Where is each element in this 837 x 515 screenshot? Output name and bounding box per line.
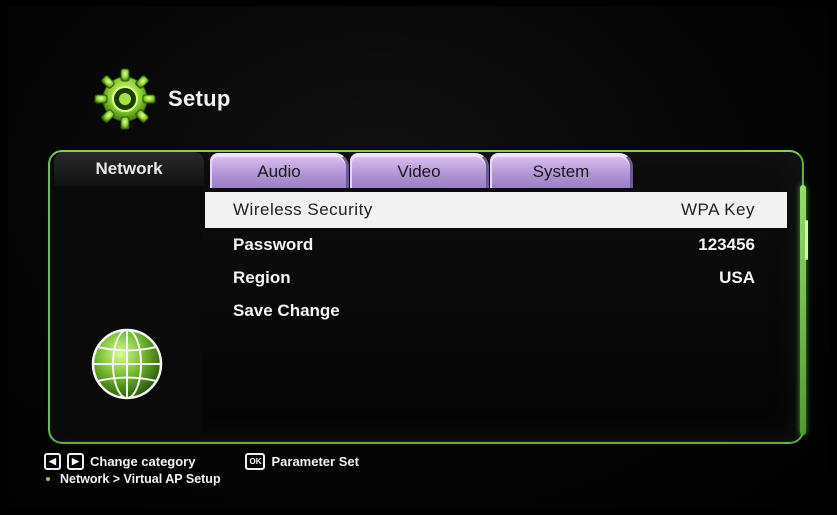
tab-system[interactable]: System [490,153,633,188]
change-category-hint: Change category [90,453,196,469]
setting-value: WPA Key [680,200,755,219]
ok-key-icon: OK [245,452,266,470]
parameter-set-hint: Parameter Set [271,453,359,469]
setup-header: Setup [92,67,231,131]
setting-row-password[interactable]: Password 123456 [205,228,787,261]
footer-hints: ◀ ▶ Change category OK Parameter Set Net… [44,452,359,486]
setting-row-save-change[interactable]: Save Change [205,294,787,327]
setting-label: Wireless Security [233,200,373,219]
globe-icon [91,328,163,400]
scrollbar-thumb[interactable] [805,220,808,260]
tab-audio[interactable]: Audio [210,153,349,188]
tab-video[interactable]: Video [350,153,489,188]
setting-label: Save Change [233,300,340,320]
setting-value: USA [719,267,755,287]
setting-value: 123456 [698,234,755,254]
gear-icon [94,68,156,130]
breadcrumb: Network > Virtual AP Setup [46,472,359,486]
tab-network[interactable]: Network [54,152,204,186]
left-arrow-key-icon: ◀ [44,452,61,470]
setting-row-region[interactable]: Region USA [205,261,787,294]
breadcrumb-text: Network > Virtual AP Setup [60,472,221,486]
right-arrow-key-icon: ▶ [67,452,84,470]
bullet-dot [46,477,50,481]
setting-row-wireless-security[interactable]: Wireless Security WPA Key [205,192,787,228]
settings-list: Wireless Security WPA Key Password 12345… [205,192,787,327]
setting-label: Password [233,234,314,254]
setting-label: Region [233,267,291,287]
page-title: Setup [168,86,231,111]
